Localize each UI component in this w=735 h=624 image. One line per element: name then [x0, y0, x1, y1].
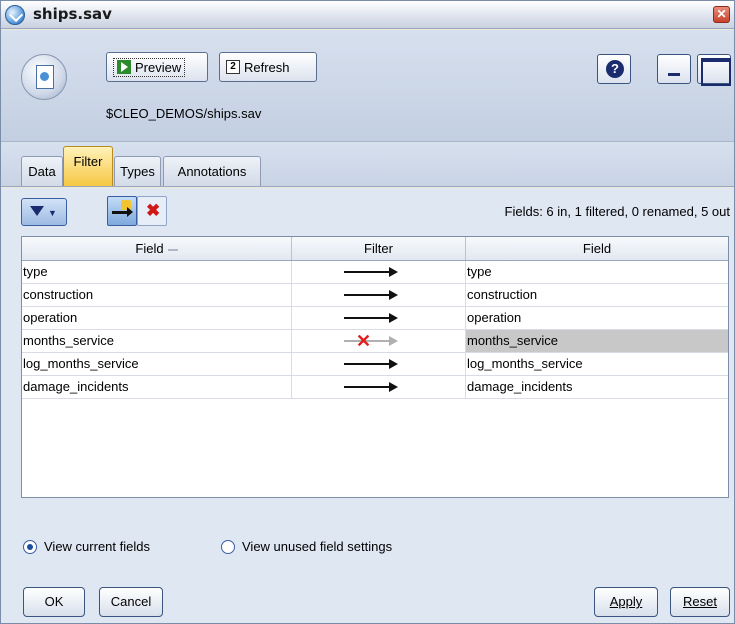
cancel-button[interactable]: Cancel — [99, 587, 163, 617]
column-header-field[interactable]: Field — [22, 237, 292, 260]
window-title: ships.sav — [33, 5, 112, 23]
include-all-fields-button[interactable] — [107, 196, 137, 226]
tab-annotations[interactable]: Annotations — [163, 156, 261, 186]
close-icon[interactable]: ✕ — [713, 6, 730, 23]
node-header: Preview 2 Refresh ? $CLEO_DEMOS/ships.sa… — [1, 30, 734, 142]
refresh-button[interactable]: 2 Refresh — [219, 52, 317, 82]
output-field-name[interactable]: log_months_service — [466, 353, 728, 375]
arrow-icon — [112, 207, 133, 217]
filter-toggle[interactable] — [292, 353, 466, 375]
table-row[interactable]: log_months_service log_months_service — [22, 353, 728, 376]
table-row[interactable]: type type — [22, 261, 728, 284]
filter-dialog-window: ships.sav ✕ Preview 2 Refresh ? $CLEO_DE… — [0, 0, 735, 624]
exclude-all-fields-button[interactable]: ✖ — [137, 196, 167, 226]
apply-button[interactable]: Apply — [594, 587, 658, 617]
filter-toggle[interactable]: ✕ — [292, 330, 466, 352]
column-header-filter[interactable]: Filter — [292, 237, 466, 260]
pass-arrow-icon — [344, 267, 398, 277]
view-unused-fields-option[interactable]: View unused field settings — [221, 539, 392, 554]
cross-icon: ✖ — [146, 201, 161, 220]
minimize-button[interactable] — [657, 54, 691, 84]
title-bar[interactable]: ships.sav ✕ — [1, 1, 734, 29]
pass-arrow-icon — [344, 313, 398, 323]
filter-menu-button[interactable]: ▼ — [21, 198, 67, 226]
play-icon — [117, 60, 131, 74]
output-field-name[interactable]: damage_incidents — [466, 376, 728, 398]
table-row[interactable]: damage_incidents damage_incidents — [22, 376, 728, 399]
input-field-name: log_months_service — [22, 353, 292, 375]
chevron-down-icon: ▼ — [48, 208, 57, 218]
output-field-name[interactable]: operation — [466, 307, 728, 329]
tab-filter[interactable]: Filter — [63, 146, 113, 186]
filter-panel: ▼ ✖ Fields: 6 in, 1 filtered, 0 renamed,… — [1, 188, 734, 623]
pass-arrow-icon — [344, 359, 398, 369]
view-current-fields-label: View current fields — [44, 539, 150, 554]
help-button[interactable]: ? — [597, 54, 631, 84]
output-field-name[interactable]: construction — [466, 284, 728, 306]
table-row[interactable]: operation operation — [22, 307, 728, 330]
pass-arrow-icon — [344, 290, 398, 300]
filtered-x-icon: ✕ — [356, 331, 372, 351]
fields-summary: Fields: 6 in, 1 filtered, 0 renamed, 5 o… — [504, 204, 730, 219]
tab-data[interactable]: Data — [21, 156, 63, 186]
funnel-icon — [30, 206, 44, 216]
maximize-button[interactable] — [697, 54, 731, 86]
table-header: Field Filter Field — [22, 237, 728, 261]
reset-button[interactable]: Reset — [670, 587, 730, 617]
pass-arrow-icon — [344, 382, 398, 392]
output-field-name[interactable]: months_service — [466, 330, 728, 352]
tab-bar: Data Filter Types Annotations — [1, 142, 734, 187]
radio-button[interactable] — [221, 539, 235, 554]
ok-button[interactable]: OK — [23, 587, 85, 617]
tab-types[interactable]: Types — [114, 156, 161, 186]
table-row[interactable]: months_service ✕ months_service — [22, 330, 728, 353]
table-row[interactable]: construction construction — [22, 284, 728, 307]
filter-toggle[interactable] — [292, 376, 466, 398]
filter-toggle[interactable] — [292, 261, 466, 283]
refresh-icon: 2 — [226, 60, 240, 74]
preview-label: Preview — [135, 59, 182, 75]
field-table: Field Filter Field type type constructio… — [21, 236, 729, 498]
help-icon: ? — [606, 60, 624, 78]
input-field-name: type — [22, 261, 292, 283]
filter-toggle[interactable] — [292, 307, 466, 329]
preview-button[interactable]: Preview — [106, 52, 208, 82]
input-field-name: operation — [22, 307, 292, 329]
file-path: $CLEO_DEMOS/ships.sav — [106, 106, 262, 121]
input-field-name: construction — [22, 284, 292, 306]
output-field-name[interactable]: type — [466, 261, 728, 283]
view-current-fields-option[interactable]: View current fields — [23, 539, 150, 554]
column-header-output-field[interactable]: Field — [466, 237, 728, 260]
filter-toggle[interactable] — [292, 284, 466, 306]
view-unused-fields-label: View unused field settings — [242, 539, 393, 554]
input-field-name: months_service — [22, 330, 292, 352]
source-node-icon — [21, 54, 67, 100]
refresh-label: Refresh — [244, 59, 290, 75]
radio-button[interactable] — [23, 539, 37, 554]
input-field-name: damage_incidents — [22, 376, 292, 398]
app-icon — [5, 5, 25, 25]
sort-indicator-icon — [167, 248, 178, 251]
